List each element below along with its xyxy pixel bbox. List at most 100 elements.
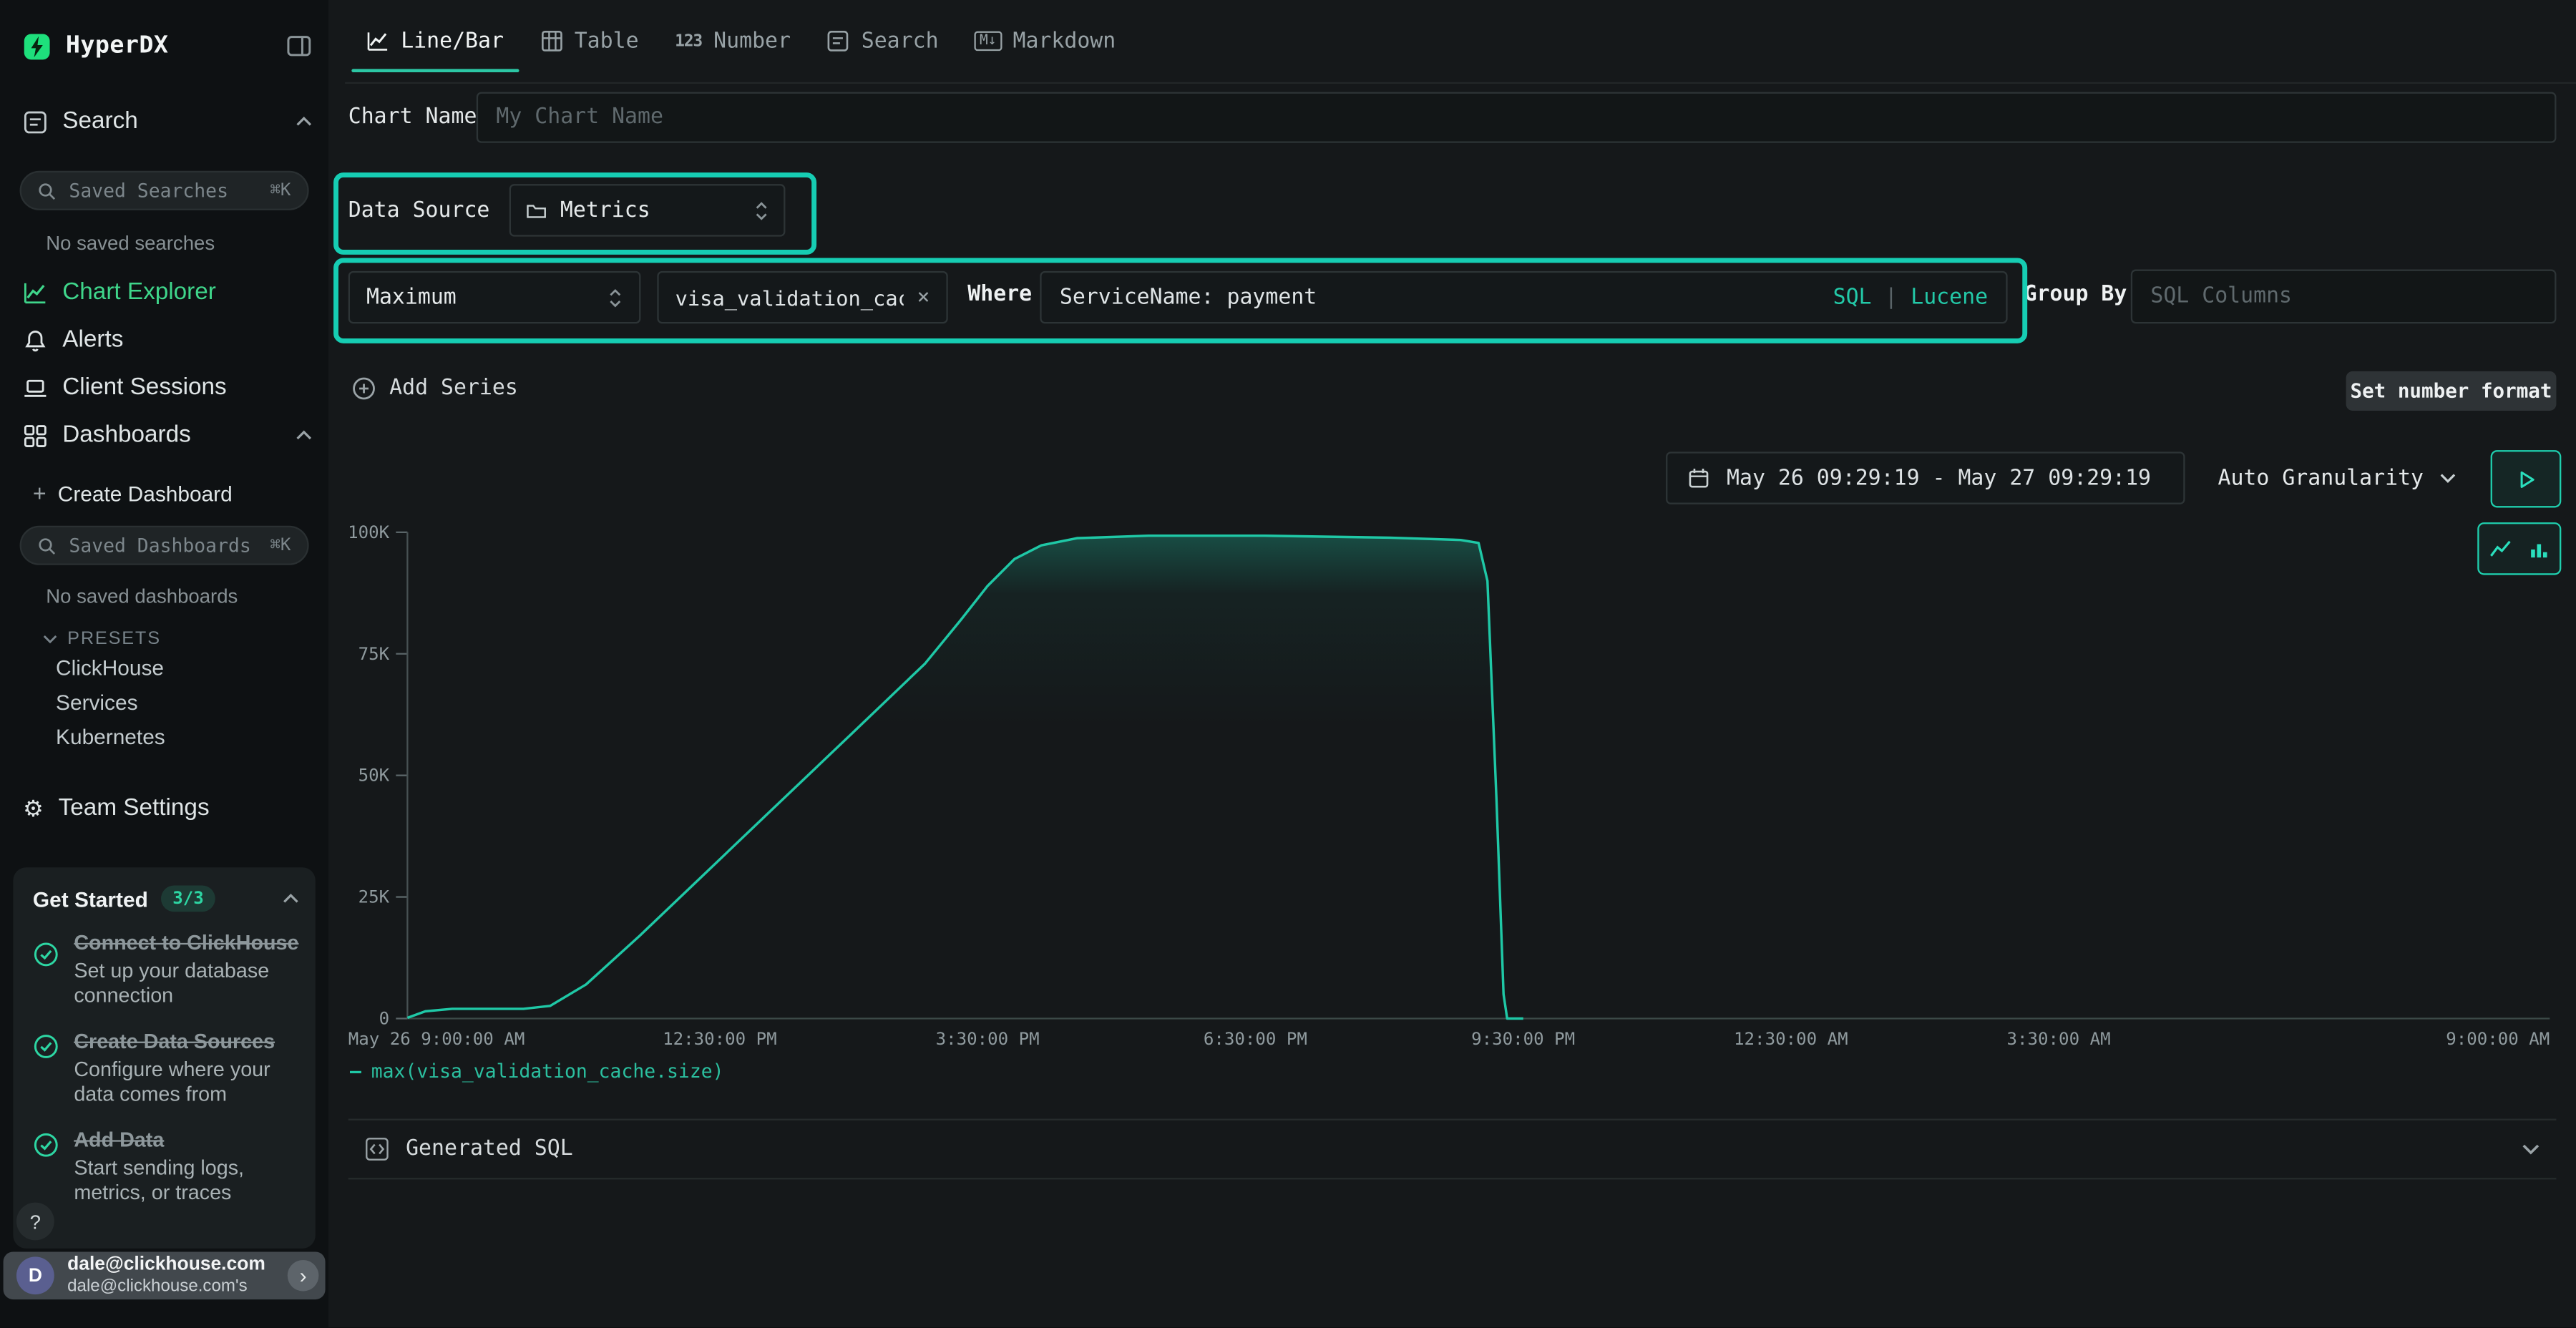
- brand-name: HyperDX: [66, 33, 169, 59]
- set-number-format-button[interactable]: Set number format: [2346, 371, 2557, 411]
- tab-line-bar[interactable]: Line/Bar: [348, 0, 522, 82]
- search-section-label: Search: [62, 109, 138, 135]
- tab-markdown[interactable]: M↓ Markdown: [957, 0, 1134, 82]
- sidebar-item-team-settings[interactable]: ⚙ Team Settings: [23, 792, 312, 825]
- get-started-item[interactable]: Create Data Sources Configure where your…: [33, 1030, 299, 1108]
- user-bar[interactable]: D dale@clickhouse.com dale@clickhouse.co…: [4, 1251, 326, 1299]
- where-value: ServiceName: payment: [1060, 285, 1317, 309]
- get-started-item[interactable]: Add Data Start sending logs, metrics, or…: [33, 1128, 299, 1206]
- number-icon: 123: [675, 32, 702, 50]
- sidebar-item-label: Chart Explorer: [62, 279, 216, 306]
- sidebar-section-search[interactable]: Search: [23, 105, 312, 138]
- date-range-picker[interactable]: May 26 09:29:19 - May 27 09:29:19: [1666, 451, 2185, 504]
- step-subtitle: Configure where your data comes from: [74, 1058, 299, 1108]
- saved-dashboards-field[interactable]: [66, 532, 260, 559]
- run-query-button[interactable]: [2491, 450, 2562, 507]
- generated-sql-label: Generated SQL: [406, 1137, 573, 1161]
- generated-sql-row[interactable]: Generated SQL: [348, 1119, 2557, 1180]
- chart-explorer-icon: [23, 280, 47, 304]
- chevron-right-icon[interactable]: ›: [288, 1260, 319, 1292]
- chevron-up-icon[interactable]: [283, 894, 299, 904]
- step-subtitle: Set up your database connection: [74, 960, 299, 1009]
- chart-name-input[interactable]: [477, 92, 2557, 143]
- preset-kubernetes[interactable]: Kubernetes: [56, 725, 165, 749]
- svg-text:50K: 50K: [358, 766, 390, 786]
- data-source-value: Metrics: [560, 198, 650, 223]
- svg-text:25K: 25K: [358, 887, 390, 907]
- svg-text:100K: 100K: [348, 522, 390, 542]
- timeseries-chart[interactable]: 025K50K75K100KMay 26 9:00:00 AM12:30:00 …: [348, 522, 2557, 1081]
- line-chart-icon: [366, 29, 389, 52]
- chevron-down-icon: [2440, 473, 2457, 483]
- create-dashboard-label: Create Dashboard: [58, 481, 233, 505]
- data-source-label: Data Source: [348, 199, 490, 223]
- search-icon: [38, 182, 56, 200]
- get-started-item[interactable]: Connect to ClickHouse Set up your databa…: [33, 932, 299, 1009]
- tab-label: Number: [713, 29, 791, 53]
- svg-text:12:30:00 AM: 12:30:00 AM: [1734, 1029, 1848, 1049]
- bell-icon: [23, 328, 47, 352]
- collapse-sidebar-icon[interactable]: [286, 33, 312, 59]
- check-circle-icon: [33, 1033, 59, 1107]
- sidebar-item-client-sessions[interactable]: Client Sessions: [23, 371, 312, 404]
- sidebar-item-dashboards[interactable]: Dashboards: [23, 419, 312, 451]
- tab-table[interactable]: Table: [522, 0, 657, 82]
- metric-tag[interactable]: visa_validation_cach ×: [657, 271, 947, 323]
- mode-divider: |: [1885, 285, 1898, 309]
- gear-icon: ⚙: [23, 797, 44, 820]
- svg-text:6:30:00 PM: 6:30:00 PM: [1204, 1029, 1307, 1049]
- avatar: D: [16, 1256, 54, 1294]
- svg-text:9:00:00 AM: 9:00:00 AM: [2446, 1029, 2550, 1049]
- add-series-button[interactable]: Add Series: [351, 376, 518, 401]
- sidebar-item-chart-explorer[interactable]: Chart Explorer: [23, 276, 312, 309]
- tab-search[interactable]: Search: [809, 0, 957, 82]
- app-window: HyperDX Search ⌘K No saved searches: [0, 0, 2576, 1327]
- tab-label: Line/Bar: [401, 29, 504, 53]
- user-email: dale@clickhouse.com: [67, 1255, 265, 1276]
- saved-dashboards-input[interactable]: ⌘K: [20, 526, 309, 565]
- create-dashboard-button[interactable]: + Create Dashboard: [33, 477, 312, 509]
- brand-row: HyperDX: [23, 29, 312, 62]
- sidebar-item-label: Alerts: [62, 327, 123, 353]
- saved-searches-field[interactable]: [66, 177, 260, 204]
- granularity-value: Auto Granularity: [2218, 466, 2424, 490]
- presets-header[interactable]: PRESETS: [43, 622, 313, 655]
- select-chevrons-icon: [608, 285, 623, 309]
- hyperdx-logo-icon: [23, 32, 51, 60]
- chevron-up-icon[interactable]: [296, 431, 312, 441]
- group-by-input[interactable]: [2131, 270, 2557, 324]
- sql-mode-link[interactable]: SQL: [1833, 285, 1872, 309]
- chevron-up-icon[interactable]: [296, 117, 312, 127]
- shortcut-badge: ⌘K: [270, 535, 291, 555]
- granularity-select[interactable]: Auto Granularity: [2205, 451, 2469, 504]
- lucene-mode-link[interactable]: Lucene: [1911, 285, 1988, 309]
- svg-text:12:30:00 PM: 12:30:00 PM: [663, 1029, 777, 1049]
- folder-icon: [526, 200, 547, 221]
- svg-text:3:30:00 AM: 3:30:00 AM: [2007, 1029, 2111, 1049]
- get-started-title: Get Started: [33, 887, 148, 911]
- svg-text:3:30:00 PM: 3:30:00 PM: [936, 1029, 1040, 1049]
- chart-type-tabbar: Line/Bar Table 123 Number Search M↓ Ma: [345, 0, 2576, 84]
- main-content: Line/Bar Table 123 Number Search M↓ Ma: [328, 0, 2576, 1327]
- preset-services[interactable]: Services: [56, 690, 137, 714]
- markdown-icon: M↓: [975, 31, 1001, 52]
- select-chevrons-icon: [754, 198, 769, 223]
- chevron-down-icon[interactable]: [2522, 1143, 2540, 1155]
- legend-series-name: max(visa_validation_cache.size): [371, 1060, 724, 1083]
- aggregation-select[interactable]: Maximum: [348, 271, 641, 323]
- legend-swatch: —: [350, 1060, 361, 1083]
- svg-text:9:30:00 PM: 9:30:00 PM: [1471, 1029, 1575, 1049]
- saved-searches-input[interactable]: ⌘K: [20, 171, 309, 210]
- help-button[interactable]: ?: [16, 1203, 54, 1241]
- sidebar-item-alerts[interactable]: Alerts: [23, 323, 312, 356]
- tab-number[interactable]: 123 Number: [657, 0, 809, 82]
- close-icon[interactable]: ×: [917, 285, 930, 309]
- data-source-select[interactable]: Metrics: [509, 184, 786, 236]
- tab-label: Markdown: [1013, 29, 1116, 53]
- step-title: Connect to ClickHouse: [74, 932, 298, 954]
- preset-clickhouse[interactable]: ClickHouse: [56, 655, 164, 680]
- shortcut-badge: ⌘K: [270, 181, 291, 201]
- chart-canvas: 025K50K75K100KMay 26 9:00:00 AM12:30:00 …: [348, 522, 2557, 1081]
- svg-text:75K: 75K: [358, 644, 390, 664]
- where-input[interactable]: ServiceName: payment SQL | Lucene: [1040, 271, 2007, 323]
